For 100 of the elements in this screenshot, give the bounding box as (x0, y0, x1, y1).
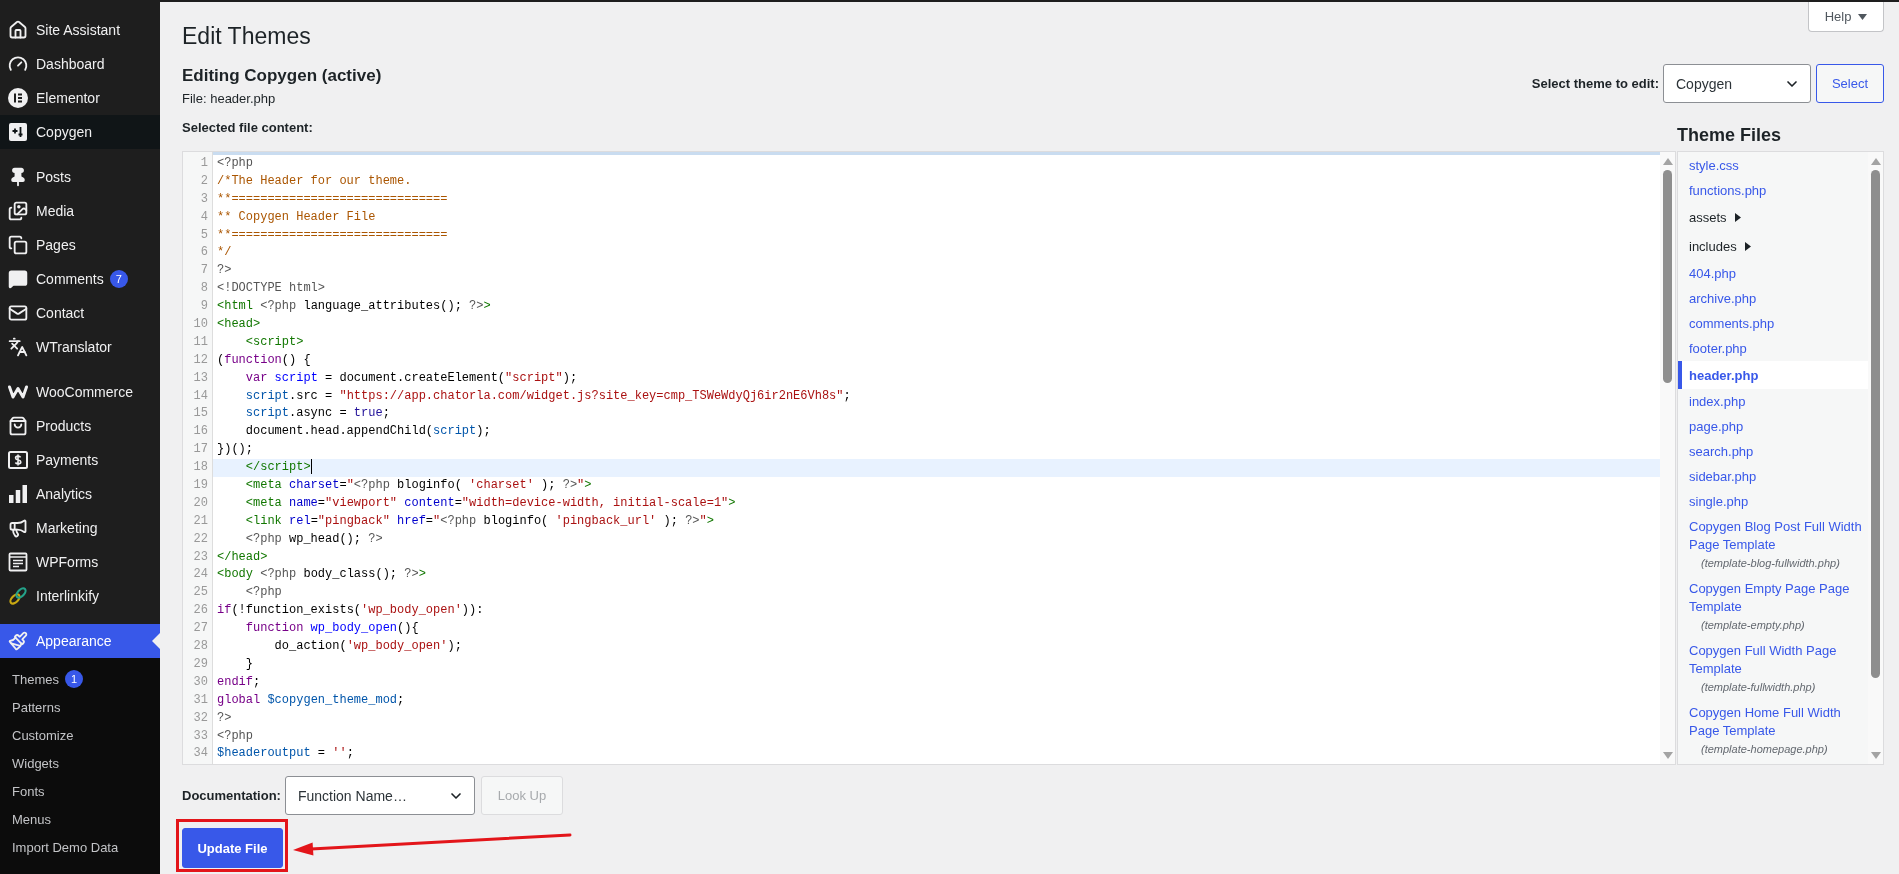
sidebar-menu-item[interactable]: Interlinkify (0, 579, 160, 613)
speech-bubble-icon (8, 269, 28, 289)
line-number: 28 (192, 638, 209, 656)
code-editor[interactable] (182, 151, 1676, 765)
sidebar-menu-item[interactable]: WPForms (0, 545, 160, 579)
sidebar-menu-item[interactable]: WooCommerce (0, 375, 160, 409)
line-number: 25 (192, 584, 209, 602)
sidebar-menu-item[interactable]: Site Assistant (0, 13, 160, 47)
sidebar-menu-item[interactable]: Elementor (0, 81, 160, 115)
scrollbar-track[interactable] (1660, 152, 1675, 764)
line-number: 11 (192, 333, 209, 351)
line-number: 22 (192, 530, 209, 548)
sidebar-menu-item[interactable]: Appearance (0, 624, 160, 658)
translate-icon (8, 337, 28, 357)
code-line: <?php (216, 155, 254, 172)
code-line: <head> (216, 316, 262, 333)
template-link[interactable]: Copygen Home Full Width Page Template (template-homepage.php) (1678, 700, 1868, 762)
file-link[interactable]: sidebar.php (1678, 464, 1868, 489)
file-link[interactable]: comments.php (1678, 311, 1868, 336)
pin-icon (8, 167, 28, 187)
file-link[interactable]: 404.php (1678, 261, 1868, 286)
house-icon (8, 20, 28, 40)
file-link[interactable]: header.php (1678, 361, 1868, 389)
line-number: 30 (192, 673, 209, 691)
code-line: <script> (244, 333, 305, 351)
line-number: 20 (192, 494, 209, 512)
sidebar-menu-item[interactable]: Contact (0, 296, 160, 330)
folder-item[interactable]: includes (1678, 232, 1868, 261)
folder-item[interactable]: assets (1678, 203, 1868, 232)
editing-title: Editing Copygen (active) (182, 65, 382, 87)
code-line: */ (216, 244, 233, 262)
documentation-label: Documentation: (182, 788, 281, 803)
code-line: function wp_body_open(){ (244, 620, 420, 638)
file-link[interactable]: search.php (1678, 439, 1868, 464)
line-number: 1 (199, 155, 209, 172)
line-number: 5 (199, 226, 209, 244)
line-number: 2 (199, 172, 209, 190)
line-number: 15 (192, 405, 209, 423)
sidebar-menu-item[interactable]: Payments (0, 443, 160, 477)
sidebar-menu-item[interactable]: Posts (0, 160, 160, 194)
code-line: var script = document.createElement("script"); (244, 369, 579, 387)
scrollbar-thumb[interactable] (1871, 170, 1880, 678)
line-number: 10 (192, 316, 209, 333)
scroll-down-icon[interactable] (1870, 752, 1881, 759)
submenu-item[interactable]: Menus (0, 805, 160, 833)
sidebar-menu-item[interactable]: Products (0, 409, 160, 443)
code-line: } (244, 655, 254, 673)
sidebar-menu-item[interactable]: Comments 7 (0, 262, 160, 296)
sidebar-menu-item[interactable]: Marketing (0, 511, 160, 545)
sidebar-menu-item[interactable]: Analytics (0, 477, 160, 511)
code-line: <html <?php language_attributes(); ?>> (216, 298, 492, 316)
sidebar-menu-item[interactable]: Pages (0, 228, 160, 262)
file-link[interactable]: single.php (1678, 489, 1868, 514)
submenu-item[interactable]: Patterns (0, 693, 160, 721)
help-button[interactable]: Help (1808, 2, 1884, 32)
template-link[interactable]: Copygen Empty Page Page Template (template-empty.php) (1678, 576, 1868, 638)
submenu-item[interactable]: Themes 1 (0, 665, 160, 693)
file-link[interactable]: functions.php (1678, 178, 1868, 203)
scrollbar-thumb[interactable] (1663, 170, 1672, 383)
file-link[interactable]: archive.php (1678, 286, 1868, 311)
form-icon (8, 552, 28, 572)
select-button[interactable]: Select (1816, 64, 1884, 103)
file-link[interactable]: style.css (1678, 153, 1868, 178)
line-number: 34 (192, 745, 209, 763)
line-number: 14 (192, 387, 209, 405)
theme-select[interactable]: Copygen (1663, 64, 1811, 103)
submenu-item[interactable]: Import Demo Data (0, 833, 160, 861)
file-link[interactable]: page.php (1678, 414, 1868, 439)
sidebar-menu-item[interactable]: WTranslator (0, 330, 160, 364)
scroll-up-icon[interactable] (1870, 158, 1881, 165)
count-badge: 1 (64, 670, 83, 688)
line-number: 6 (199, 244, 209, 262)
code-line: document.head.appendChild(script); (244, 423, 492, 441)
function-select[interactable]: Function Name… (284, 776, 475, 815)
sidebar-menu-item[interactable]: Dashboard (0, 47, 160, 81)
line-number: 21 (192, 512, 209, 530)
code-line: /*The Header for our theme. (216, 172, 413, 190)
scroll-down-icon[interactable] (1662, 752, 1673, 759)
line-number: 32 (192, 709, 209, 727)
sidebar-menu-item[interactable]: Copygen (0, 115, 160, 149)
envelope-icon (8, 303, 28, 323)
code-line: <?php wp_head(); ?> (244, 530, 384, 548)
code-line: script.async = true; (244, 405, 391, 423)
file-link[interactable]: footer.php (1678, 336, 1868, 361)
submenu-item[interactable]: Customize (0, 721, 160, 749)
submenu-item[interactable]: Fonts (0, 777, 160, 805)
code-line: (function() { (216, 351, 312, 369)
code-line: ?> (216, 262, 233, 280)
chain-link-icon (8, 586, 28, 606)
scroll-up-icon[interactable] (1662, 158, 1673, 165)
square-logo-icon (8, 122, 28, 142)
line-number: 16 (192, 423, 209, 441)
line-number: 8 (199, 280, 209, 298)
submenu-item[interactable]: Widgets (0, 749, 160, 777)
template-link[interactable]: Copygen Blog Post Full Width Page Template (template-blog-fullwidth.php) (1678, 514, 1868, 576)
sidebar-menu-item[interactable]: Media (0, 194, 160, 228)
code-line: **============================== (216, 226, 449, 244)
file-link[interactable]: index.php (1678, 389, 1868, 414)
template-link[interactable]: Copygen Full Width Page Template (template-fullwidth.php) (1678, 638, 1868, 700)
update-file-button[interactable]: Update File (182, 828, 283, 868)
